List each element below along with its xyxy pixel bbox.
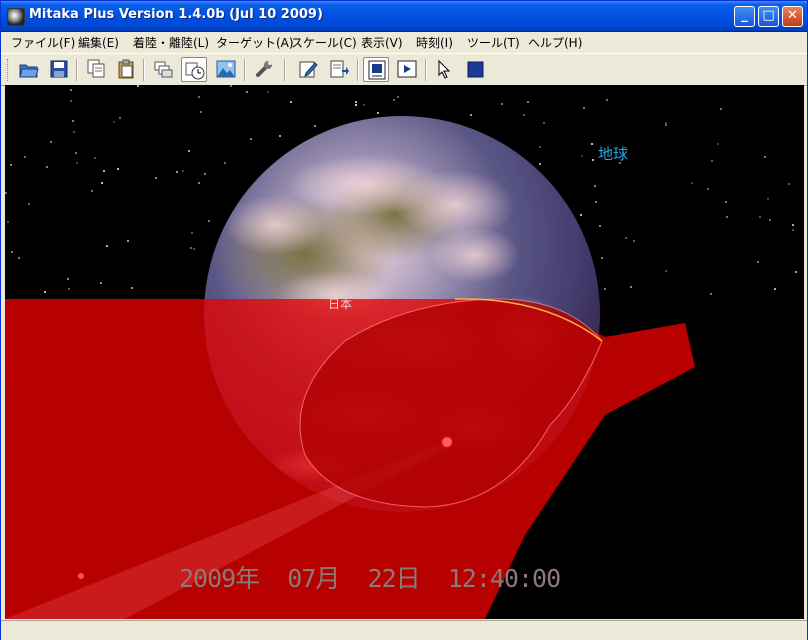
menu-bar: ファイル(F) 編集(E) 着陸・離陸(L) ターゲット(A) スケール(C) …: [1, 32, 807, 52]
pointer-icon[interactable]: [431, 57, 457, 82]
toolbar: [1, 53, 807, 86]
export-icon[interactable]: [326, 57, 352, 82]
save-icon[interactable]: [46, 57, 72, 82]
close-button[interactable]: ✕: [782, 6, 803, 27]
toolbar-separator: [284, 59, 286, 81]
menu-landing[interactable]: 着陸・離陸(L): [133, 34, 209, 51]
open-folder-icon[interactable]: [16, 57, 42, 82]
movie-icon[interactable]: [394, 57, 420, 82]
paste-icon[interactable]: [113, 57, 139, 82]
toolbar-separator: [244, 59, 246, 81]
toolbar-separator: [143, 59, 145, 81]
maximize-button[interactable]: □: [758, 6, 779, 27]
region-label: 日本: [328, 297, 353, 311]
minimize-button[interactable]: _: [734, 6, 755, 27]
penumbra-marker: [78, 573, 84, 579]
menu-file[interactable]: ファイル(F): [11, 34, 75, 51]
datetime-display: 2009年 07月 22日 12:40:00: [179, 564, 561, 593]
menu-scale[interactable]: スケール(C): [291, 34, 357, 51]
clock-settings-icon[interactable]: [181, 57, 207, 82]
app-window: Mitaka Plus Version 1.4.0b (Jul 10 2009)…: [0, 0, 808, 640]
status-bar: [1, 620, 807, 640]
planet-label: 地球: [598, 145, 629, 163]
menu-target[interactable]: ターゲット(A): [216, 34, 294, 51]
copy-icon[interactable]: [83, 57, 109, 82]
title-bar[interactable]: Mitaka Plus Version 1.4.0b (Jul 10 2009)…: [1, 1, 807, 32]
view-mode-icon[interactable]: [363, 57, 389, 82]
toolbar-grip[interactable]: [7, 59, 12, 81]
menu-edit[interactable]: 編集(E): [78, 34, 119, 51]
toolbar-separator: [425, 59, 427, 81]
toolbar-separator: [76, 59, 78, 81]
space-scene: [5, 116, 695, 619]
app-logo-icon: [7, 8, 25, 26]
landscape-icon[interactable]: [213, 57, 239, 82]
stop-icon[interactable]: [462, 57, 488, 82]
menu-tools[interactable]: ツール(T): [467, 34, 520, 51]
menu-time[interactable]: 時刻(I): [416, 34, 453, 51]
edit-icon[interactable]: [295, 57, 321, 82]
toolbar-separator: [357, 59, 359, 81]
window-title: Mitaka Plus Version 1.4.0b (Jul 10 2009): [29, 7, 323, 22]
umbra-point-marker: [441, 436, 453, 448]
wrench-icon[interactable]: [251, 57, 277, 82]
3d-viewport[interactable]: 地球 日本 2009年 07月 22日 12:40:00: [5, 85, 804, 619]
menu-view[interactable]: 表示(V): [361, 34, 403, 51]
layers-icon[interactable]: [150, 57, 176, 82]
menu-help[interactable]: ヘルプ(H): [528, 34, 582, 51]
